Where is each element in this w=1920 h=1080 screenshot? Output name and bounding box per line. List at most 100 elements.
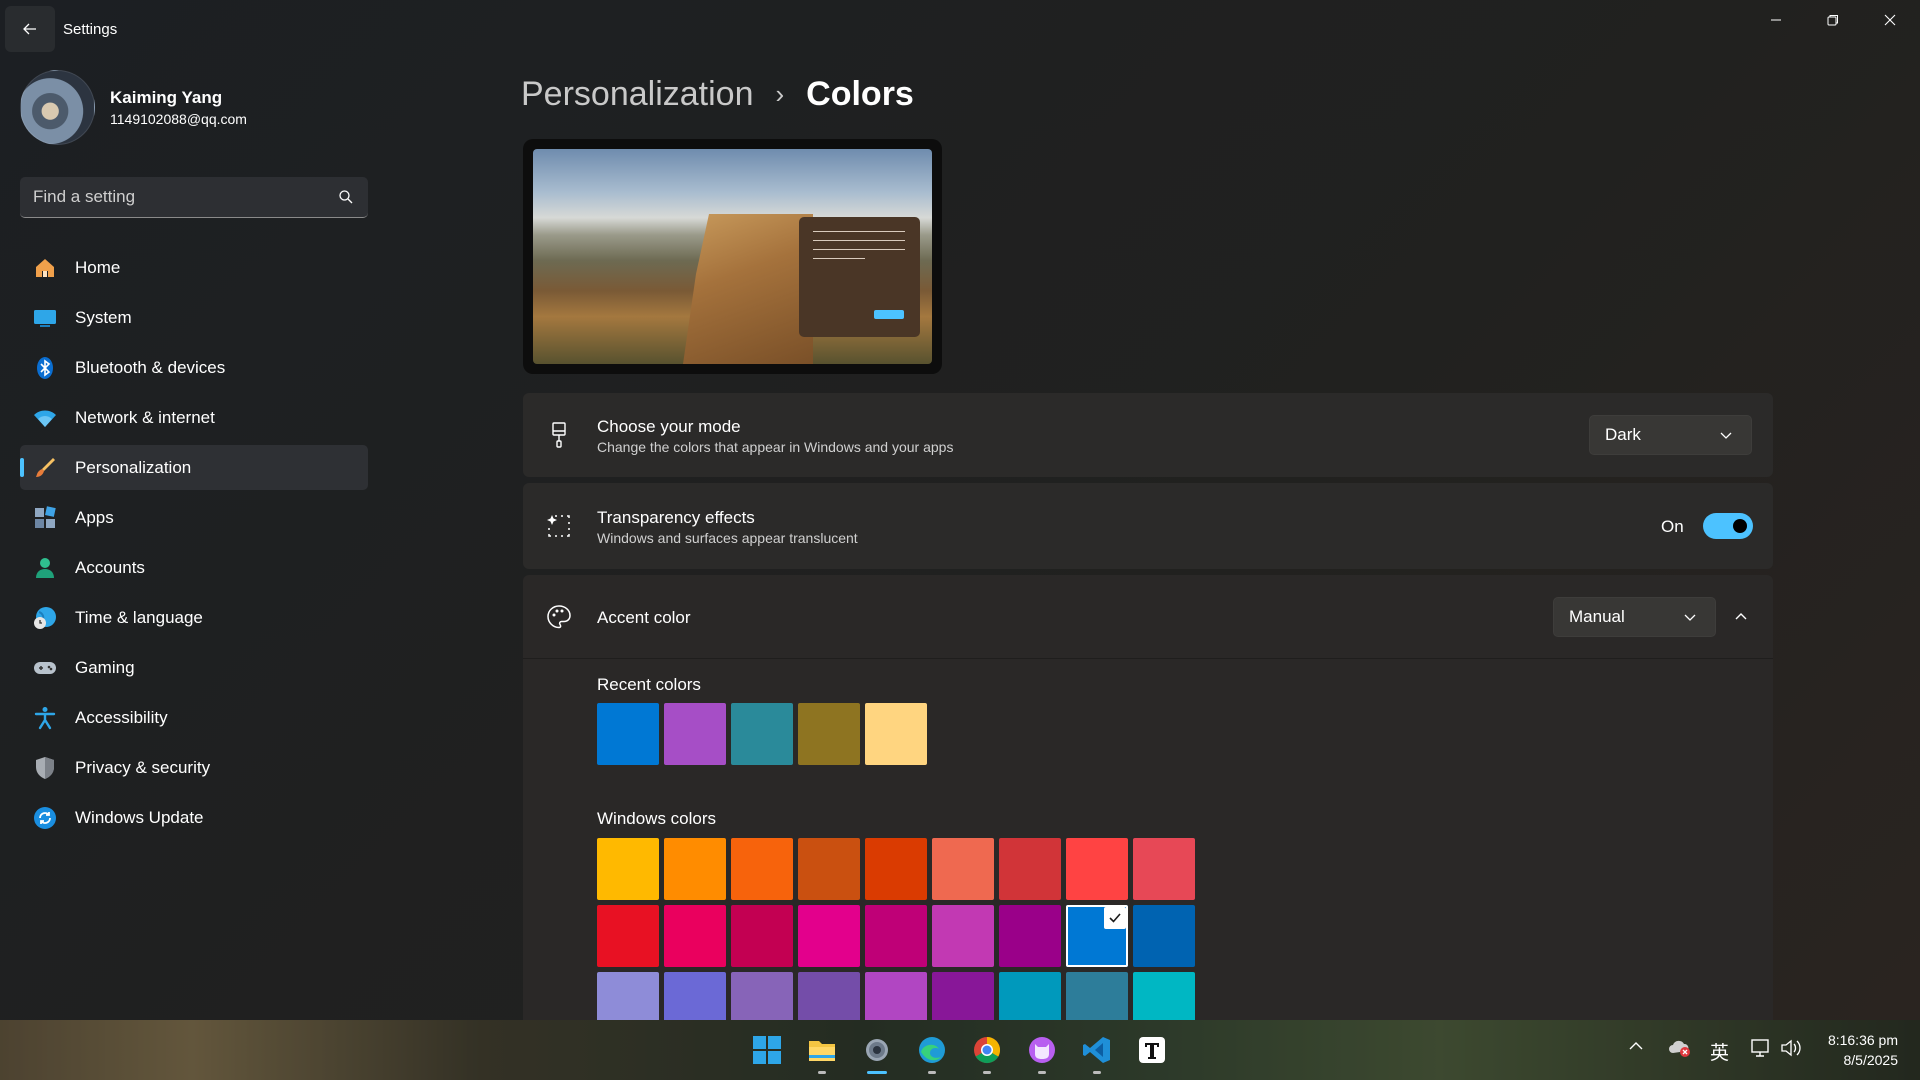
onedrive-status[interactable] (1668, 1038, 1692, 1058)
taskbar-cat-app[interactable] (1022, 1030, 1062, 1074)
chevron-up-icon (1629, 1042, 1643, 1050)
breadcrumb: Personalization › Colors (521, 72, 914, 116)
file-explorer-icon (809, 1041, 835, 1061)
sidebar-item-gaming[interactable]: Gaming (20, 645, 368, 690)
sidebar-item-label: Personalization (75, 457, 192, 477)
windows-color-swatch[interactable] (798, 838, 860, 900)
restore-button[interactable] (1805, 0, 1861, 40)
search-icon[interactable] (338, 189, 354, 205)
accent-color-header[interactable]: Accent color Manual (523, 575, 1773, 659)
windows-color-swatch[interactable] (999, 905, 1061, 967)
ime-indicator[interactable]: 英 (1710, 1038, 1729, 1065)
recent-color-swatch[interactable] (597, 703, 659, 765)
windows-color-swatch[interactable] (1133, 838, 1195, 900)
globe-clock-icon (32, 605, 58, 631)
windows-color-swatch[interactable] (865, 838, 927, 900)
taskbar-settings[interactable] (857, 1030, 897, 1074)
restore-icon (1827, 15, 1838, 26)
recent-color-swatch[interactable] (731, 703, 793, 765)
speaker-icon (1781, 1039, 1801, 1057)
checkmark-icon (1104, 907, 1126, 929)
brush-icon (32, 455, 58, 481)
taskbar-file-explorer[interactable] (802, 1030, 842, 1074)
windows-color-swatch[interactable] (731, 905, 793, 967)
preview-accent-button (874, 310, 904, 319)
windows-color-swatch[interactable] (999, 838, 1061, 900)
windows-color-swatch[interactable] (664, 905, 726, 967)
user-profile[interactable]: Kaiming Yang 1149102088@qq.com (20, 70, 360, 146)
close-button[interactable] (1862, 0, 1918, 40)
collapse-button[interactable] (1723, 599, 1759, 635)
windows-color-swatch[interactable] (597, 838, 659, 900)
title-bar: Settings (0, 0, 1920, 58)
accent-title: Accent color (597, 608, 691, 627)
accent-color-card: Accent color Manual Recent colors Window… (523, 575, 1773, 1035)
recent-colors-label: Recent colors (597, 675, 701, 694)
recent-colors-grid (597, 703, 932, 765)
sidebar-item-bluetooth[interactable]: Bluetooth & devices (20, 345, 368, 390)
transparency-state-label: On (1661, 517, 1684, 536)
mode-dropdown[interactable]: Dark (1589, 415, 1752, 455)
start-button[interactable] (747, 1030, 787, 1070)
home-icon (32, 255, 58, 281)
wallpaper-preview-image (533, 149, 932, 364)
windows-color-swatch[interactable] (932, 905, 994, 967)
taskbar-edge[interactable] (912, 1030, 952, 1074)
taskbar-vscode[interactable] (1077, 1030, 1117, 1074)
recent-color-swatch[interactable] (865, 703, 927, 765)
windows-color-swatch[interactable] (597, 905, 659, 967)
account-icon (32, 555, 58, 581)
transparency-toggle[interactable] (1703, 513, 1753, 539)
cat-app-icon (1029, 1037, 1055, 1063)
accent-mode-dropdown[interactable]: Manual (1553, 597, 1716, 637)
windows-color-swatch[interactable] (865, 905, 927, 967)
user-name: Kaiming Yang (110, 88, 223, 107)
theme-preview (523, 139, 942, 374)
taskbar-chrome[interactable] (967, 1030, 1007, 1074)
sidebar-item-home[interactable]: Home (20, 245, 368, 290)
windows-color-swatch[interactable] (798, 905, 860, 967)
chevron-down-icon (1684, 614, 1696, 621)
windows-color-swatch[interactable] (664, 838, 726, 900)
bluetooth-icon (32, 355, 58, 381)
breadcrumb-parent[interactable]: Personalization (521, 75, 753, 114)
windows-color-swatch[interactable] (1066, 905, 1128, 967)
sidebar-item-accessibility[interactable]: Accessibility (20, 695, 368, 740)
sidebar-item-windows-update[interactable]: Windows Update (20, 795, 368, 840)
sidebar-item-label: Bluetooth & devices (75, 357, 226, 377)
sidebar-item-label: Windows Update (75, 807, 204, 827)
recent-color-swatch[interactable] (798, 703, 860, 765)
recent-color-swatch[interactable] (664, 703, 726, 765)
minimize-button[interactable] (1748, 0, 1804, 40)
sidebar-item-time-language[interactable]: Time & language (20, 595, 368, 640)
network-icon (1751, 1039, 1769, 1057)
search-input[interactable] (33, 177, 333, 217)
windows-color-swatch[interactable] (932, 838, 994, 900)
windows-color-swatch[interactable] (1133, 905, 1195, 967)
windows-colors-label: Windows colors (597, 809, 717, 828)
sidebar-item-accounts[interactable]: Accounts (20, 545, 368, 590)
system-clock[interactable]: 8:16:36 pm 8/5/2025 (1828, 1030, 1898, 1070)
windows-color-swatch[interactable] (1066, 838, 1128, 900)
sidebar-item-label: Accessibility (75, 707, 168, 727)
mode-setting-card: Choose your mode Change the colors that … (523, 393, 1773, 477)
sidebar-item-system[interactable]: System (20, 295, 368, 340)
sidebar-item-label: Apps (75, 507, 114, 527)
sidebar-item-network[interactable]: Network & internet (20, 395, 368, 440)
breadcrumb-separator: › (775, 78, 785, 109)
sidebar-item-personalization[interactable]: Personalization (20, 445, 368, 490)
network-status[interactable] (1750, 1038, 1772, 1058)
transparency-title: Transparency effects (597, 508, 755, 527)
show-hidden-icons-button[interactable] (1628, 1038, 1644, 1054)
chevron-down-icon (1720, 432, 1732, 439)
sidebar-item-privacy-security[interactable]: Privacy & security (20, 745, 368, 790)
clock-date: 8/5/2025 (1843, 1052, 1899, 1068)
volume-control[interactable] (1780, 1038, 1804, 1058)
back-button[interactable] (5, 6, 55, 52)
back-arrow-icon (23, 23, 36, 35)
preview-text-line (813, 249, 905, 250)
taskbar-typora[interactable] (1132, 1030, 1172, 1070)
sidebar-item-apps[interactable]: Apps (20, 495, 368, 540)
sidebar-item-label: Time & language (75, 607, 203, 627)
windows-color-swatch[interactable] (731, 838, 793, 900)
